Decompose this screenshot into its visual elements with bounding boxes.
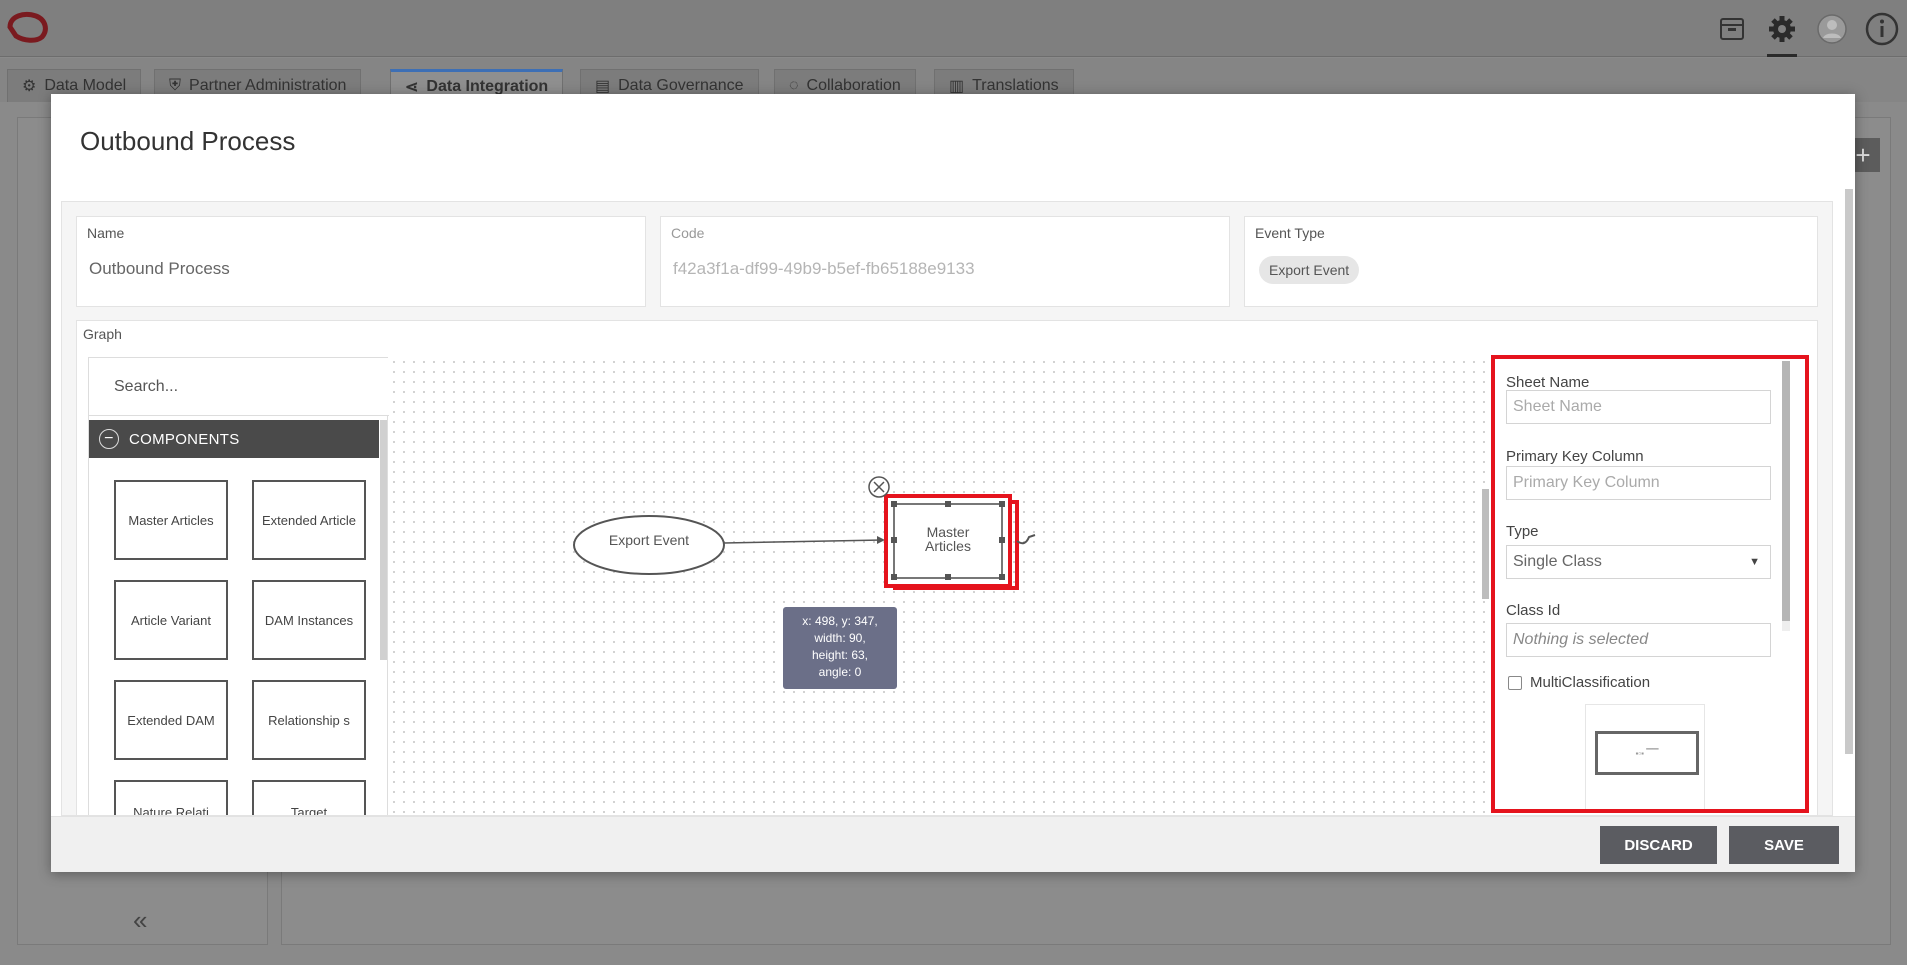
primary-key-input[interactable]: Primary Key Column	[1506, 466, 1771, 500]
stencil-panel: − COMPONENTS Master Articles Extended Ar…	[88, 357, 389, 815]
canvas-scrollbar[interactable]	[1482, 489, 1489, 599]
tooltip-line: angle: 0	[818, 665, 862, 679]
inspector-scroll-thumb[interactable]	[1782, 361, 1790, 621]
name-field-box: Name Outbound Process	[76, 216, 646, 307]
modal-title: Outbound Process	[80, 126, 296, 156]
info-icon[interactable]	[1857, 0, 1907, 57]
code-label: Code	[671, 225, 705, 241]
discard-button[interactable]: DISCARD	[1600, 826, 1717, 864]
component-dam-instances[interactable]: DAM Instances	[252, 580, 366, 660]
component-nature-relation[interactable]: Nature Relati	[114, 780, 228, 815]
node-preview-shape: ▪▫▪ ▔▔	[1595, 731, 1699, 775]
tooltip-line: height: 63,	[811, 648, 869, 662]
master-articles-label: Master Articles	[925, 524, 971, 554]
logo-icon[interactable]	[6, 10, 50, 44]
export-event-label: Export Event	[608, 532, 690, 548]
link-handle-icon[interactable]	[1016, 534, 1036, 545]
archive-icon[interactable]	[1707, 0, 1757, 57]
graph-label: Graph	[83, 326, 122, 342]
tooltip-line: width: 90,	[814, 631, 866, 645]
geometry-tooltip: x: 498, y: 347, width: 90, height: 63, a…	[783, 607, 897, 689]
close-icon[interactable]	[868, 476, 890, 498]
class-id-label: Class Id	[1506, 602, 1561, 619]
event-type-badge: Export Event	[1259, 256, 1360, 284]
name-input[interactable]: Outbound Process	[89, 259, 230, 279]
component-extended-article[interactable]: Extended Article	[252, 480, 366, 560]
multiclassification-checkbox[interactable]	[1508, 676, 1522, 690]
double-chevron-left-icon[interactable]: «	[133, 905, 147, 936]
type-select-value: Single Class	[1513, 553, 1602, 570]
graph-svg	[573, 476, 1036, 590]
sheet-name-label: Sheet Name	[1506, 374, 1590, 391]
component-target[interactable]: Target	[252, 780, 366, 815]
component-relationships[interactable]: Relationship s	[252, 680, 366, 760]
components-group-header[interactable]: − COMPONENTS	[89, 420, 379, 458]
component-master-articles[interactable]: Master Articles	[114, 480, 228, 560]
shield-icon: ⛨	[169, 77, 182, 94]
name-label: Name	[87, 225, 125, 241]
translate-icon: ▥	[949, 78, 965, 95]
code-value: f42a3f1a-df99-49b9-b5ef-fb65188e9133	[673, 259, 975, 278]
class-id-select[interactable]: Nothing is selected	[1506, 623, 1771, 657]
graph-section: Graph − COMPONENTS Master Articles Exten…	[76, 320, 1818, 815]
save-button[interactable]: SAVE	[1729, 826, 1839, 864]
modal-body: Name Outbound Process Code f42a3f1a-df99…	[61, 201, 1833, 816]
minus-circle-icon: −	[99, 429, 119, 449]
sheet-name-input[interactable]: Sheet Name	[1506, 390, 1771, 424]
link-arrowhead	[877, 536, 885, 544]
tooltip-line: x: 498, y: 347,	[802, 614, 878, 628]
gear-icon[interactable]	[1757, 0, 1807, 57]
chevron-down-icon: ▼	[1749, 556, 1760, 568]
connection-link[interactable]	[723, 539, 884, 544]
outbound-process-modal: Outbound Process Name Outbound Process C…	[51, 94, 1855, 872]
node-preview: ▪▫▪ ▔▔	[1585, 704, 1705, 809]
modal-scrollbar[interactable]	[1845, 189, 1853, 754]
graph-canvas[interactable]: Export Event Master Articles x: 498, y: …	[389, 357, 1489, 815]
cubes-icon: ⚙	[22, 78, 37, 95]
app-header	[0, 0, 1907, 57]
primary-key-label: Primary Key Column	[1506, 448, 1644, 465]
type-label: Type	[1506, 523, 1539, 540]
stencil-scrollbar[interactable]	[380, 420, 387, 660]
inspector-scrollbar[interactable]	[1782, 361, 1790, 631]
modal-footer: DISCARD SAVE	[51, 816, 1855, 872]
chat-icon: ◌	[789, 77, 799, 94]
components-group-label: COMPONENTS	[129, 430, 240, 448]
component-extended-dam[interactable]: Extended DAM	[114, 680, 228, 760]
type-select[interactable]: Single Class ▼	[1506, 545, 1771, 579]
event-type-field-box: Event Type Export Event	[1244, 216, 1818, 307]
event-type-label: Event Type	[1255, 225, 1325, 241]
stencil-search-input[interactable]	[89, 358, 389, 416]
user-avatar-icon[interactable]	[1807, 0, 1857, 57]
multiclassification-label: MultiClassification	[1530, 674, 1651, 691]
inspector-panel: Sheet Name Sheet Name Primary Key Column…	[1491, 355, 1809, 813]
component-article-variant[interactable]: Article Variant	[114, 580, 228, 660]
document-icon: ▤	[595, 78, 611, 95]
code-field-box: Code f42a3f1a-df99-49b9-b5ef-fb65188e913…	[660, 216, 1230, 307]
